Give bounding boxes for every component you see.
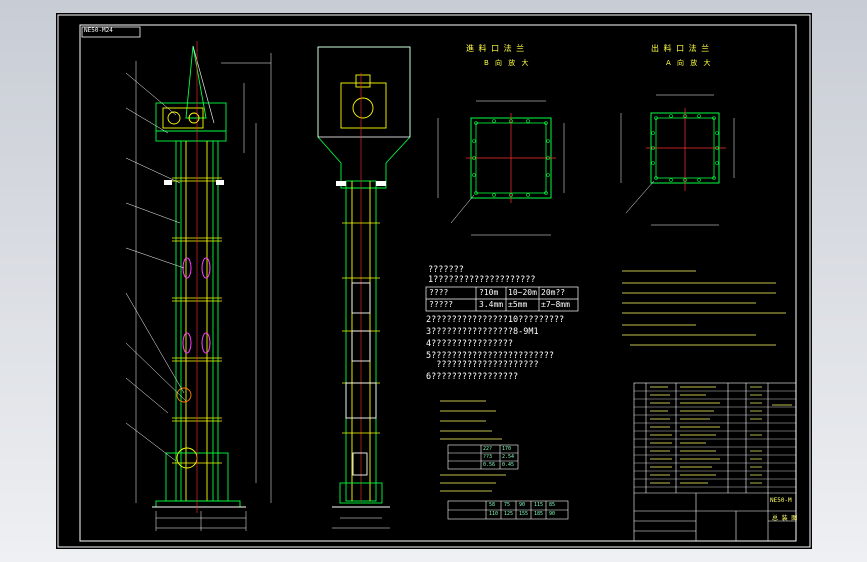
- notes-line-6: 6?????????????????: [426, 372, 519, 382]
- params-cell: 170: [502, 446, 512, 452]
- notes-table-cell: ±5mm: [508, 300, 528, 309]
- elevator-side-view: [317, 46, 411, 508]
- speed-cell: 125: [504, 511, 514, 517]
- speed-cell: 85: [549, 502, 556, 508]
- notes-table-cell: 20m??: [541, 288, 566, 297]
- params-cell: 2.54: [502, 454, 515, 460]
- speed-cell: 58: [489, 502, 496, 508]
- speed-cell: 75: [504, 502, 511, 508]
- params-cell: 0.45: [502, 462, 515, 468]
- flange-view-a: [620, 94, 735, 226]
- notes-table-cell: ?????: [429, 300, 454, 309]
- notes-table-cell: 10~20m: [508, 288, 537, 297]
- speed-cell: 90: [549, 511, 556, 517]
- notes-table-cell: 3.4mm: [479, 300, 504, 309]
- cad-viewport[interactable]: NE50-M24 進 料 口 法 兰 B 向 放 大 出 料 口 法 兰 A 向…: [0, 0, 867, 562]
- speed-cell: 185: [534, 511, 544, 517]
- elevator-front-view: [152, 45, 246, 508]
- notes-line-5b: ????????????????????: [426, 360, 539, 370]
- notes-line-3: 3????????????????8-9M1: [426, 327, 539, 337]
- params-cell: 22?: [483, 446, 493, 452]
- drawing-number: NE50-M: [770, 497, 792, 504]
- view-b-subtitle: B 向 放 大: [484, 59, 531, 67]
- drawing-sheet: NE50-M24 進 料 口 法 兰 B 向 放 大 出 料 口 法 兰 A 向…: [56, 13, 812, 549]
- view-a-subtitle: A 向 放 大: [666, 59, 713, 67]
- speed-cell: 155: [519, 511, 529, 517]
- speed-cell: 110: [489, 511, 499, 517]
- parts-rows: [634, 390, 796, 488]
- speed-cell: 90: [519, 502, 526, 508]
- right-notes-marks: [622, 270, 786, 346]
- notes-line-1: 1????????????????????: [428, 275, 536, 285]
- params-cell: 0.56: [483, 462, 496, 468]
- speed-cell: 115: [534, 502, 544, 508]
- code-stamp: NE50-M24: [84, 27, 113, 34]
- notes-line-4: 4????????????????: [426, 339, 513, 349]
- notes-table-cell: ±7~8mm: [541, 300, 570, 309]
- view-b-title: 進 料 口 法 兰: [466, 44, 526, 53]
- view-a-title: 出 料 口 法 兰: [651, 44, 711, 53]
- part-name: 总 装 图: [772, 515, 798, 522]
- notes-table-cell: ?10m: [479, 288, 499, 297]
- flange-view-b: [437, 100, 565, 236]
- left-spec-marks: [440, 400, 506, 492]
- notes-line-2: 2???????????????10?????????: [426, 315, 565, 325]
- params-cell: ??3: [483, 454, 493, 460]
- notes-table-cell: ????: [429, 288, 449, 297]
- parts-text-marks: [650, 386, 792, 484]
